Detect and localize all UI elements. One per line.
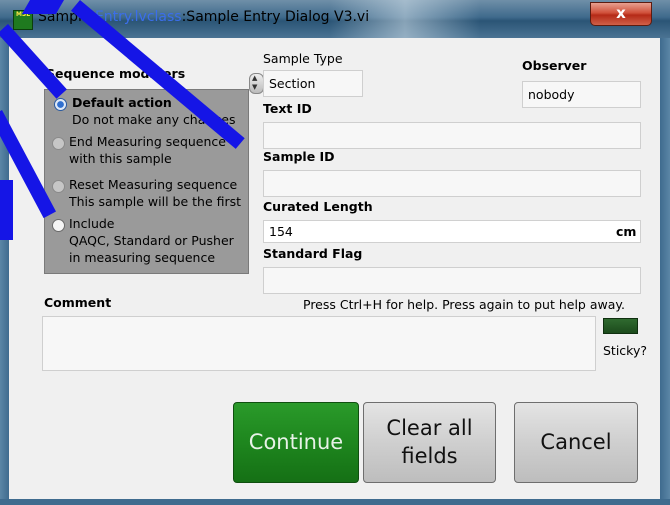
curated-length-label: Curated Length [263,199,373,214]
sample-type-spinner[interactable]: ▲ ▼ [249,73,264,94]
spinner-down-icon: ▼ [252,83,258,91]
curated-length-value: 154 [269,224,293,239]
cancel-button-label: Cancel [540,430,612,454]
option-include-desc-1: QAQC, Standard or Pusher [69,233,234,248]
clear-button-line1: Clear all [386,416,473,440]
comment-field[interactable] [42,316,596,371]
close-icon: x [616,4,626,22]
observer-label: Observer [522,58,587,73]
option-default-action-label: Default action [72,95,172,110]
sample-id-label: Sample ID [263,149,335,164]
text-id-label: Text ID [263,101,312,116]
radio-reset-sequence[interactable] [52,180,65,193]
option-reset-sequence-label: Reset Measuring sequence [69,177,238,192]
curated-length-unit: cm [616,224,637,239]
standard-flag-field[interactable] [263,267,641,294]
help-text: Press Ctrl+H for help. Press again to pu… [303,297,625,312]
observer-field[interactable]: nobody [522,81,641,108]
radio-include[interactable] [52,219,65,232]
sample-type-label: Sample Type [263,51,343,66]
sample-id-field[interactable] [263,170,641,197]
observer-value: nobody [528,87,575,102]
window-border-right [660,38,670,505]
close-button[interactable]: x [590,2,652,26]
option-end-sequence-desc: with this sample [69,151,172,166]
clear-all-fields-button[interactable]: Clear all fields [363,402,496,483]
radio-end-sequence[interactable] [52,137,65,150]
option-include-label: Include [69,216,115,231]
option-reset-sequence-desc: This sample will be the first [69,194,242,209]
sticky-label: Sticky? [603,343,648,358]
option-include-desc-2: in measuring sequence [69,250,216,265]
curated-length-field[interactable]: 154 cm [263,220,641,243]
option-end-sequence-label: End Measuring sequence [69,134,226,149]
sample-type-field[interactable]: Section [263,70,363,97]
sample-type-value: Section [269,76,316,91]
window-border-bottom [0,499,670,505]
continue-button[interactable]: Continue [233,402,359,483]
window-border-left [0,38,9,505]
text-id-field[interactable] [263,122,641,149]
comment-label: Comment [44,295,112,310]
window-title-part3: :Sample Entry Dialog V3.vi [181,9,370,25]
standard-flag-label: Standard Flag [263,246,363,261]
radio-default-action[interactable] [54,98,67,111]
cancel-button[interactable]: Cancel [514,402,638,483]
continue-button-label: Continue [248,430,344,454]
spinner-up-icon: ▲ [252,74,258,82]
clear-button-line2: fields [401,444,458,468]
overlay-stroke [0,180,13,240]
sticky-toggle[interactable] [603,318,638,334]
